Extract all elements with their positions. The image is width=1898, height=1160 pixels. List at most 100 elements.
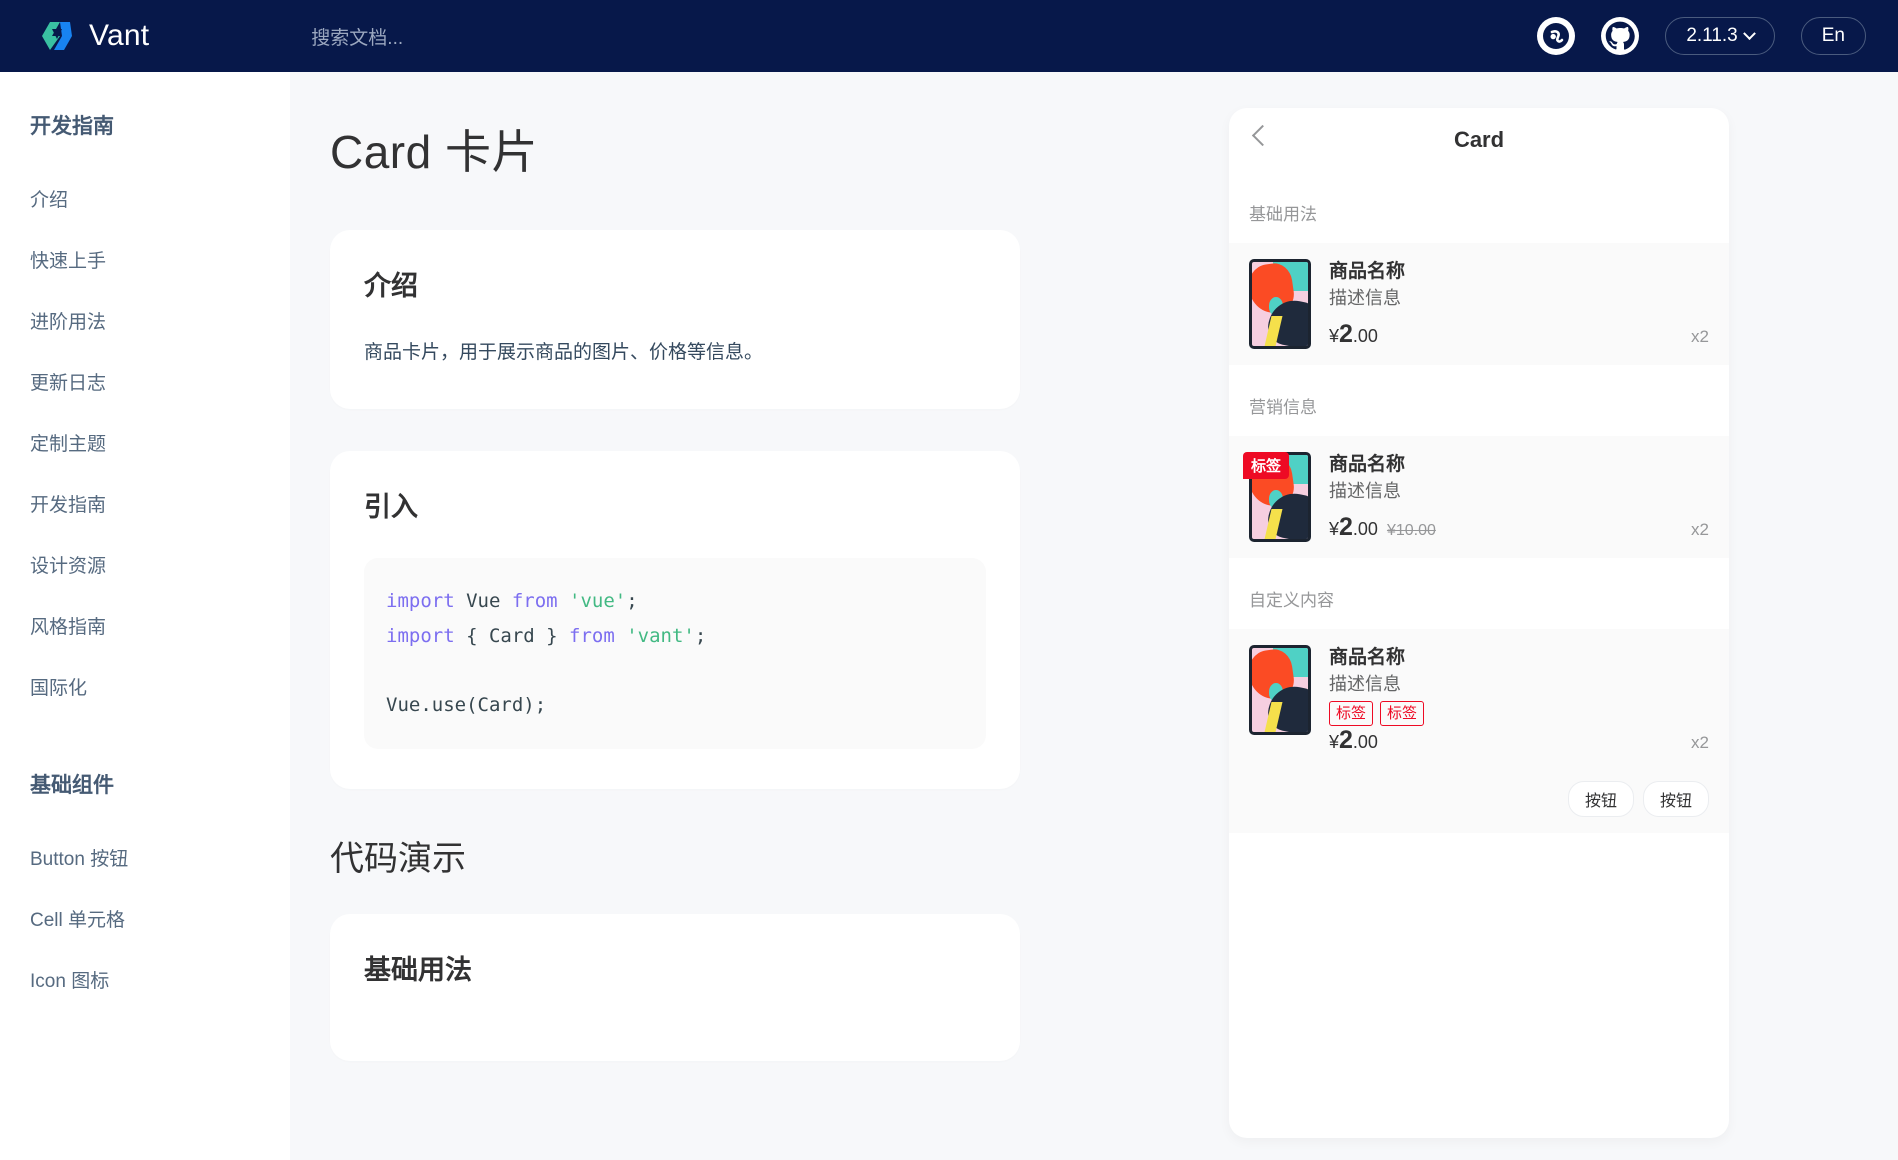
product-price-row: ¥2.00	[1329, 320, 1709, 349]
product-price: ¥2.00	[1329, 726, 1378, 755]
install-card: 引入 import Vue from 'vue'; import { Card …	[330, 451, 1020, 789]
brand[interactable]: Vant	[40, 19, 149, 53]
product-price: ¥2.00	[1329, 513, 1378, 542]
product-card[interactable]: 标签 商品名称 描述信息 ¥2.00 ¥10.00 x2	[1229, 436, 1729, 558]
language-label: En	[1821, 25, 1845, 46]
price-decimal: .00	[1352, 326, 1378, 346]
product-tag-list: 标签 标签	[1329, 700, 1709, 726]
code-keyword-from-1: from	[511, 590, 558, 613]
price-integer: 2	[1339, 513, 1353, 541]
demo-basic-usage-heading: 基础用法	[364, 954, 472, 985]
price-integer: 2	[1339, 725, 1353, 754]
demo-block-title-custom: 自定义内容	[1249, 591, 1334, 610]
sidebar-item-button[interactable]: Button 按钮	[0, 829, 290, 890]
wechat-miniprogram-icon[interactable]	[1537, 17, 1576, 55]
price-decimal: .00	[1352, 731, 1378, 752]
product-card[interactable]: 商品名称 描述信息 ¥2.00 x2	[1229, 243, 1729, 365]
demo-preview-pane: Card 基础用法 商品名称 描述信息 ¥2.00 x2 营销信息 标签 商品名…	[1060, 72, 1898, 1160]
code-vue-use-card: Vue.use(Card);	[386, 694, 547, 717]
sidebar-item-advanced[interactable]: 进阶用法	[0, 292, 290, 353]
sidebar-item-quickstart[interactable]: 快速上手	[0, 231, 290, 292]
code-semicolon-1: ;	[626, 590, 638, 613]
product-card[interactable]: 商品名称 描述信息 标签 标签 ¥2.00 x2	[1229, 629, 1729, 771]
product-card-body: 商品名称 描述信息 标签 标签 ¥2.00	[1329, 645, 1709, 755]
main-content: Card 卡片 介绍 商品卡片，用于展示商品的图片、价格等信息。 引入 impo…	[290, 72, 1060, 1160]
product-price-row: ¥2.00 ¥10.00	[1329, 513, 1709, 542]
sidebar-item-style-guide[interactable]: 风格指南	[0, 597, 290, 658]
product-tag: 标签	[1329, 700, 1374, 726]
currency-symbol: ¥	[1329, 326, 1340, 346]
intro-card: 介绍 商品卡片，用于展示商品的图片、价格等信息。	[330, 230, 1020, 410]
chevron-left-icon[interactable]	[1251, 124, 1274, 147]
code-string-vant: 'vant'	[614, 624, 695, 647]
sidebar: 开发指南 介绍 快速上手 进阶用法 更新日志 定制主题 开发指南 设计资源 风格…	[0, 72, 290, 1160]
demo-section-title: 代码演示	[330, 839, 466, 878]
product-original-price: ¥10.00	[1386, 522, 1436, 539]
brand-name: Vant	[89, 19, 150, 52]
sidebar-item-icon[interactable]: Icon 图标	[0, 951, 290, 1012]
header-actions: 2.11.3 En	[1537, 17, 1866, 55]
product-quantity: x2	[1691, 732, 1709, 752]
currency-symbol: ¥	[1329, 731, 1340, 752]
product-price-row: ¥2.00	[1329, 726, 1709, 755]
github-icon[interactable]	[1601, 17, 1640, 55]
demo-block-title-marketing: 营销信息	[1249, 398, 1317, 417]
product-thumbnail[interactable]	[1249, 645, 1311, 735]
product-desc: 描述信息	[1329, 673, 1401, 694]
sidebar-item-cell[interactable]: Cell 单元格	[0, 890, 290, 951]
product-title: 商品名称	[1329, 454, 1406, 475]
code-keyword-import-2: import	[386, 624, 455, 647]
page-title: Card 卡片	[330, 126, 538, 178]
product-card-body: 商品名称 描述信息 ¥2.00	[1329, 259, 1709, 349]
phone-nav-title: Card	[1453, 127, 1505, 152]
product-corner-tag: 标签	[1243, 452, 1290, 479]
language-switch[interactable]: En	[1800, 17, 1866, 55]
sidebar-item-theme[interactable]: 定制主题	[0, 414, 290, 475]
product-price: ¥2.00	[1329, 320, 1378, 349]
card-action-button-2[interactable]: 按钮	[1642, 780, 1709, 817]
code-identifier-vue: Vue	[454, 590, 512, 613]
product-title: 商品名称	[1329, 647, 1406, 668]
sidebar-item-intro[interactable]: 介绍	[0, 170, 290, 231]
sidebar-group-title-basic-components: 基础组件	[30, 774, 114, 797]
thumbnail-wrap: 标签	[1243, 452, 1311, 542]
product-quantity: x2	[1691, 520, 1709, 539]
product-title: 商品名称	[1329, 261, 1406, 282]
install-code-block[interactable]: import Vue from 'vue'; import { Card } f…	[364, 558, 986, 749]
sidebar-item-dev-guide[interactable]: 开发指南	[0, 475, 290, 536]
code-identifier-card: { Card }	[454, 624, 570, 647]
thumbnail-wrap	[1249, 645, 1311, 755]
product-desc: 描述信息	[1329, 287, 1401, 308]
code-keyword-from-2: from	[569, 624, 615, 647]
thumbnail-wrap	[1249, 259, 1311, 349]
product-thumbnail[interactable]	[1249, 259, 1311, 349]
price-integer: 2	[1339, 320, 1353, 348]
demo-block-title-basic: 基础用法	[1249, 205, 1317, 224]
product-quantity: x2	[1691, 327, 1709, 346]
install-heading: 引入	[364, 492, 418, 523]
intro-heading: 介绍	[364, 271, 418, 301]
code-keyword-import-1: import	[386, 590, 455, 613]
phone-nav-bar: Card	[1229, 108, 1729, 172]
version-selector[interactable]: 2.11.3	[1665, 17, 1775, 55]
price-decimal: .00	[1352, 519, 1378, 539]
search-input[interactable]: 搜索文档...	[311, 23, 403, 50]
product-card-body: 商品名称 描述信息 ¥2.00 ¥10.00	[1329, 452, 1709, 542]
sidebar-item-changelog[interactable]: 更新日志	[0, 353, 290, 414]
site-header: Vant 搜索文档... 2.11.3 En	[0, 0, 1898, 72]
phone-frame: Card 基础用法 商品名称 描述信息 ¥2.00 x2 营销信息 标签 商品名…	[1229, 108, 1729, 1138]
sidebar-group-title-dev-guide: 开发指南	[30, 115, 114, 138]
vant-logo-icon	[40, 19, 74, 53]
product-desc: 描述信息	[1329, 480, 1401, 501]
sidebar-item-design[interactable]: 设计资源	[0, 536, 290, 597]
product-card-footer: 按钮 按钮	[1229, 770, 1729, 833]
version-label: 2.11.3	[1686, 25, 1738, 46]
demo-basic-usage-card: 基础用法	[330, 913, 1020, 1061]
code-semicolon-2: ;	[694, 624, 707, 647]
sidebar-item-i18n[interactable]: 国际化	[0, 658, 290, 719]
product-tag: 标签	[1380, 700, 1425, 726]
code-string-vue: 'vue'	[557, 590, 627, 613]
card-action-button-1[interactable]: 按钮	[1567, 780, 1634, 817]
chevron-down-icon	[1742, 26, 1756, 40]
currency-symbol: ¥	[1329, 519, 1340, 539]
